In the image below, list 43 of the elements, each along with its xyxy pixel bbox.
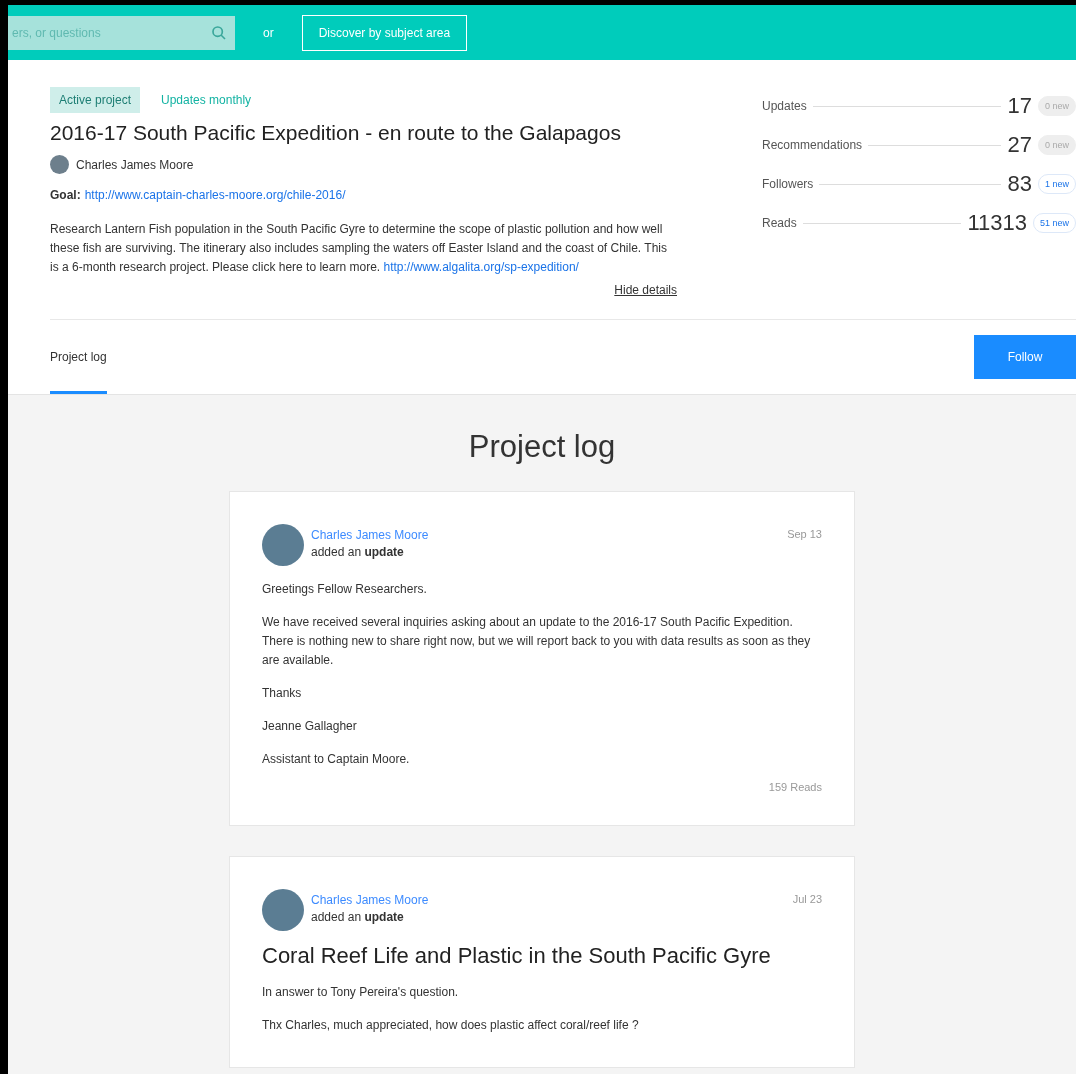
author-link[interactable]: Charles James Moore: [311, 528, 781, 542]
stat-label: Reads: [762, 216, 797, 230]
hide-details-link[interactable]: Hide details: [614, 283, 677, 297]
stat-label: Followers: [762, 177, 814, 191]
date: Jul 23: [792, 892, 822, 905]
or-label: or: [263, 25, 274, 40]
new-count-badge: 51 new: [1032, 213, 1076, 233]
entry-title: Coral Reef Life and Plastic in the South Pacific Gyre: [262, 943, 772, 969]
description-link[interactable]: http://www.algalita.org/sp-expedition/: [383, 260, 579, 274]
stat-value: 17: [1007, 93, 1032, 119]
author-link[interactable]: Charles James Moore: [311, 893, 786, 907]
action-text: added an update: [311, 910, 405, 924]
paragraph: Greetings Fellow Researchers.: [262, 581, 428, 598]
author-name[interactable]: Charles James Moore: [76, 157, 194, 172]
search-field[interactable]: ers, or questions: [8, 15, 235, 50]
avatar: [262, 524, 304, 566]
search-icon[interactable]: [211, 24, 227, 41]
reads-count: 159 Reads: [767, 781, 822, 793]
paragraph: Assistant to Captain Moore.: [262, 751, 411, 768]
project-title: 2016-17 South Pacific Expedition - en route to the Galapagos: [50, 121, 622, 145]
section-heading: Project log: [468, 429, 616, 465]
avatar: [262, 889, 304, 931]
status-badge: Active project: [50, 87, 141, 113]
action-text: added an update: [311, 545, 405, 559]
paragraph: In answer to Tony Pereira's question.: [262, 984, 460, 1001]
paragraph: Thanks: [262, 685, 303, 702]
stat-value: 11313: [967, 210, 1027, 236]
frequency-label: Updates monthly: [160, 92, 253, 109]
paragraph: Jeanne Gallagher: [262, 718, 358, 735]
goal-label: Goal:: [50, 188, 81, 202]
new-count-badge: 1 new: [1037, 174, 1076, 194]
follow-button[interactable]: Follow: [974, 335, 1076, 379]
tab[interactable]: Project log: [50, 320, 107, 394]
stat-label: Recommendations: [762, 138, 863, 152]
paragraph: We have received several inquiries asking about an update to the 2016-17 South Pacific Expedition. There is nothing new to share right now, but we will report back to you with data results as soon as they are available.: [262, 614, 812, 669]
goal-link[interactable]: http://www.captain-charles-moore.org/chile-2016/: [84, 188, 346, 202]
stat-value: 83: [1007, 171, 1032, 197]
stat-value: 27: [1007, 132, 1032, 158]
avatar: [50, 155, 69, 174]
stat-label: Updates: [762, 99, 807, 113]
paragraph: Thx Charles, much appreciated, how does plastic affect coral/reef life ?: [262, 1017, 640, 1034]
project-description: Research Lantern Fish population in the South Pacific Gyre to determine the scope of plastic pollution and how well these fish are surviving. The itinerary also includes sampling the waters off Easter Island and the coast of Chile. This is a 6-month research project. Please click here to learn more. http://www.algalita.org/sp-expedition/: [50, 221, 668, 276]
date: Sep 13: [787, 527, 822, 540]
